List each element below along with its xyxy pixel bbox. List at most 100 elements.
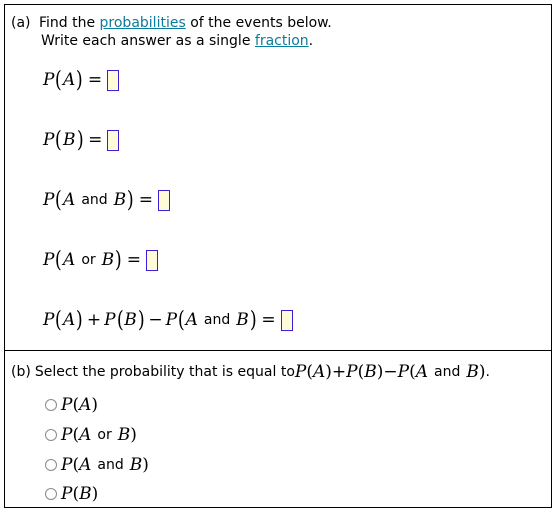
answer-input-p-b[interactable] — [107, 129, 120, 151]
math-paren: ) — [249, 307, 257, 333]
answer-input-p-a-and-b[interactable] — [158, 189, 171, 211]
prompt-text: Select the probability that is equal to — [34, 364, 295, 380]
equals-sign: = — [126, 250, 141, 270]
math-symbol: A — [63, 310, 76, 330]
math-symbol: A — [63, 190, 76, 210]
equals-sign: = — [88, 130, 103, 150]
option-p-b[interactable]: P ( B ) — [45, 482, 98, 506]
equals-sign: = — [87, 70, 103, 90]
math-symbol: P — [397, 362, 410, 382]
plus-sign: + — [86, 310, 102, 330]
equation-inclusion-exclusion: P ( A ) + P ( B ) − P ( A and B ) = — [43, 307, 293, 333]
math-symbol: A — [185, 310, 198, 330]
math-symbol: B — [129, 455, 143, 475]
option-p-a[interactable]: P ( A ) — [45, 393, 98, 417]
part-b-section: (b) Select the probability that is equal… — [5, 351, 551, 507]
math-paren: ) — [91, 395, 99, 415]
and-word: and — [203, 312, 231, 328]
math-symbol: B — [364, 362, 377, 382]
math-symbol: A — [63, 250, 76, 270]
math-symbol: P — [104, 310, 116, 330]
math-symbol: P — [294, 362, 307, 382]
math-symbol: A — [312, 362, 326, 382]
math-symbol: P — [43, 250, 55, 270]
radio-button[interactable] — [45, 459, 57, 471]
part-a-instructions-line1: (a) Find the probabilities of the events… — [11, 14, 332, 32]
and-word: and — [97, 457, 124, 473]
instruction-text: Find the — [38, 15, 100, 31]
math-paren: ( — [116, 307, 124, 333]
math-paren: ) — [130, 425, 137, 445]
answer-input-p-a[interactable] — [107, 69, 120, 91]
equation-p-a-or-b: P ( A or B ) = — [43, 247, 158, 273]
and-word: and — [434, 364, 461, 380]
part-b-label: (b) — [11, 364, 31, 380]
math-paren: ( — [306, 362, 313, 382]
or-word: or — [81, 252, 96, 268]
option-p-a-or-b[interactable]: P ( A or B ) — [45, 423, 137, 447]
radio-button[interactable] — [45, 399, 57, 411]
part-a-instructions-line2: Write each answer as a single fraction. — [41, 32, 313, 50]
math-paren: ) — [127, 187, 134, 213]
equals-sign: = — [138, 190, 154, 210]
math-symbol: B — [63, 130, 76, 150]
math-paren: ( — [55, 67, 63, 93]
radio-button[interactable] — [45, 488, 57, 500]
part-b-prompt: (b) Select the probability that is equal… — [11, 359, 490, 385]
math-paren: ) — [478, 362, 486, 382]
math-paren: ( — [409, 362, 416, 382]
equation-p-a: P ( A ) = — [43, 67, 120, 93]
answer-input-p-a-or-b[interactable] — [146, 249, 158, 271]
math-symbol: B — [117, 425, 131, 445]
math-symbol: P — [346, 362, 358, 382]
math-symbol: B — [113, 190, 127, 210]
math-symbol: P — [43, 190, 55, 210]
math-symbol: A — [79, 455, 92, 475]
math-paren: ( — [55, 307, 63, 333]
fraction-link[interactable]: fraction — [255, 33, 309, 49]
math-paren: ( — [55, 187, 63, 213]
plus-sign: + — [331, 362, 347, 382]
math-symbol: P — [165, 310, 178, 330]
instruction-text: of the events below. — [185, 15, 332, 31]
part-a-label: (a) — [11, 15, 31, 31]
math-paren: ) — [115, 247, 122, 273]
and-word: and — [81, 192, 108, 208]
part-a-section: (a) Find the probabilities of the events… — [5, 5, 551, 350]
math-paren: ) — [137, 307, 145, 333]
math-symbol: A — [415, 362, 429, 382]
math-paren: ) — [91, 484, 99, 504]
question-container: (a) Find the probabilities of the events… — [4, 4, 552, 508]
math-paren: ( — [177, 307, 185, 333]
option-p-a-and-b[interactable]: P ( A and B ) — [45, 453, 149, 477]
math-paren: ) — [376, 362, 384, 382]
equation-p-a-and-b: P ( A and B ) = — [43, 187, 171, 213]
math-paren: ) — [76, 67, 84, 93]
math-symbol: B — [466, 362, 479, 382]
radio-button[interactable] — [45, 429, 57, 441]
equation-p-b: P ( B ) = — [43, 127, 120, 153]
math-paren: ( — [55, 247, 63, 273]
math-paren: ) — [76, 307, 84, 333]
instruction-text: Write each answer as a single — [41, 33, 255, 49]
answer-input-inclusion-exclusion[interactable] — [280, 309, 293, 331]
math-paren: ) — [142, 455, 149, 475]
math-symbol: B — [236, 310, 249, 330]
math-paren: ) — [76, 127, 84, 153]
math-paren: ( — [55, 127, 63, 153]
minus-sign: − — [383, 362, 398, 382]
math-symbol: P — [43, 310, 55, 330]
or-word: or — [97, 427, 112, 443]
math-symbol: A — [79, 425, 92, 445]
equals-sign: = — [261, 310, 276, 330]
math-symbol: P — [43, 130, 55, 150]
instruction-text: . — [308, 33, 314, 49]
math-symbol: B — [79, 484, 92, 504]
probabilities-link[interactable]: probabilities — [100, 15, 186, 31]
math-symbol: P — [61, 455, 73, 475]
math-symbol: P — [61, 484, 73, 504]
math-symbol: A — [79, 395, 92, 415]
math-symbol: P — [61, 395, 73, 415]
math-paren: ) — [325, 362, 332, 382]
math-symbol: A — [63, 70, 76, 90]
